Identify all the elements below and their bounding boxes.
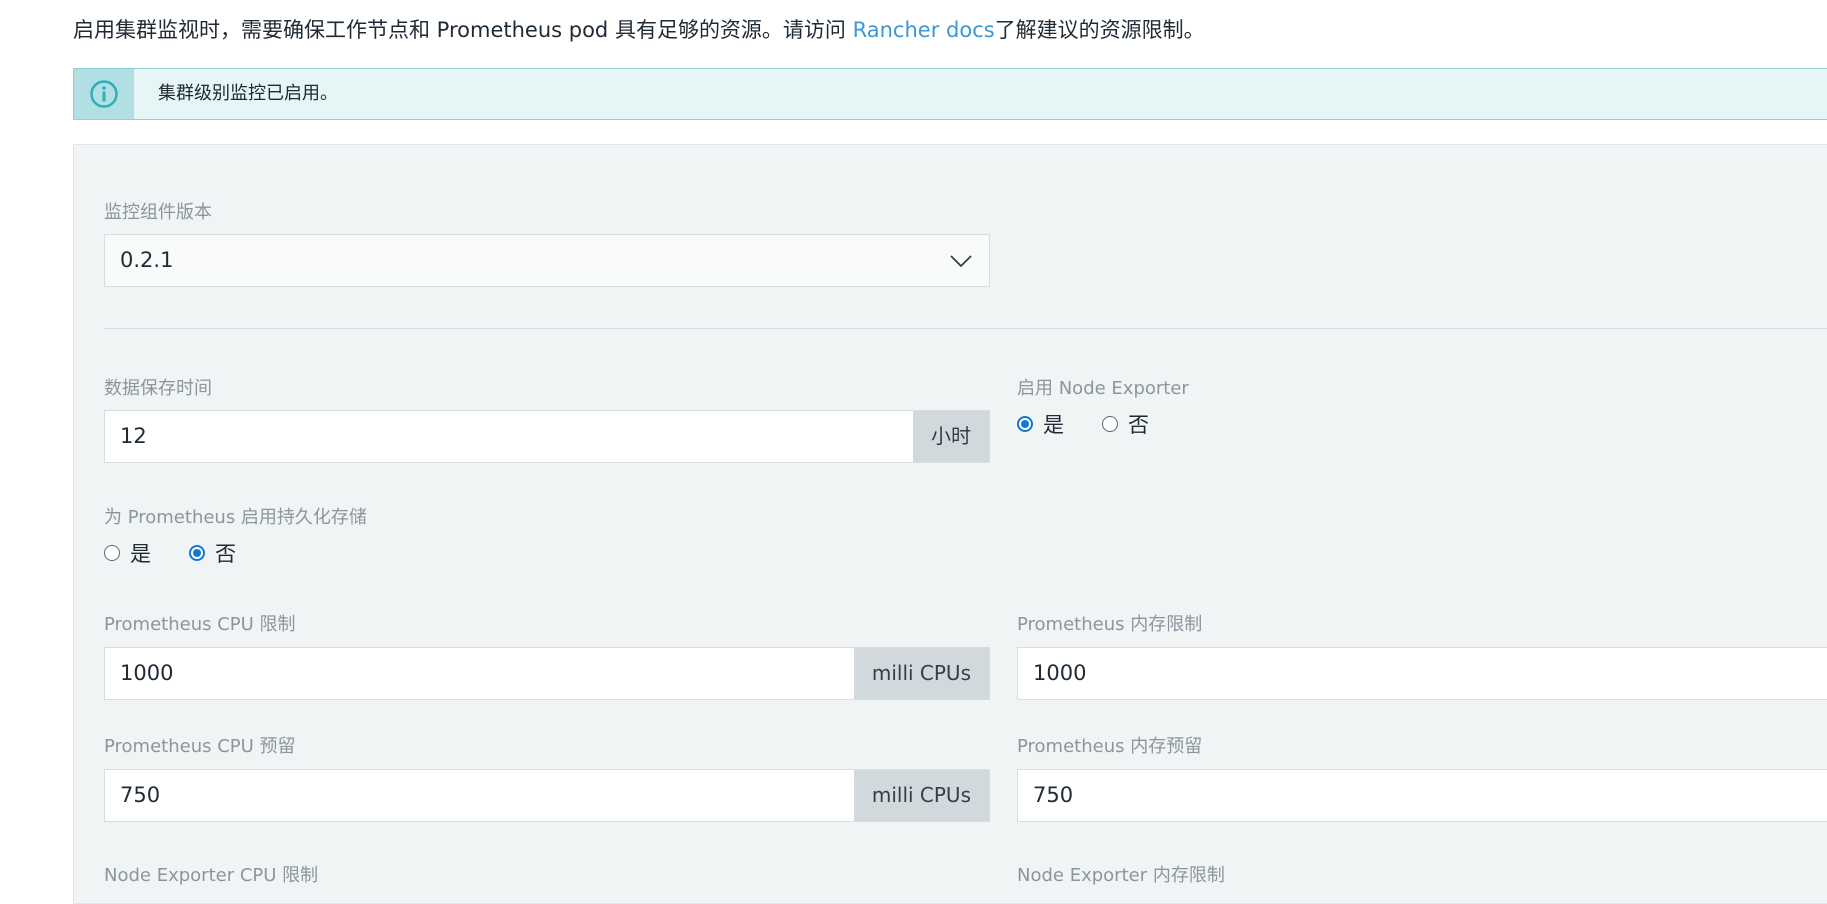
chevron-down-icon [933,235,989,286]
version-select[interactable]: 0.2.1 [104,234,990,287]
mem-limit-value: 1000 [1033,661,1087,685]
node-exporter-label: 启用 Node Exporter [1017,378,1189,399]
node-exporter-radio-group: 是 否 [1017,409,1187,439]
radio-checked-icon[interactable] [189,545,205,561]
node-exporter-no-label: 否 [1128,413,1149,437]
radio-checked-icon[interactable] [1017,416,1033,432]
retention-input[interactable]: 12 小时 [104,410,990,463]
info-icon [90,80,118,108]
rancher-docs-link[interactable]: Rancher docs [853,18,995,42]
info-banner: 集群级别监控已启用。 [73,68,1827,120]
mem-reserve-label: Prometheus 内存预留 [1017,736,1203,757]
radio-unchecked-icon[interactable] [1102,416,1118,432]
monitoring-config-panel: 监控组件版本 0.2.1 数据保存时间 12 小时 启用 Node Export… [73,144,1827,904]
node-exporter-yes-option[interactable]: 是 [1017,409,1064,439]
retention-label: 数据保存时间 [104,378,212,399]
cpu-limit-label: Prometheus CPU 限制 [104,614,296,635]
persistent-yes-option[interactable]: 是 [104,538,151,568]
ne-cpu-limit-label: Node Exporter CPU 限制 [104,865,319,886]
cpu-reserve-input[interactable]: 750 milli CPUs [104,769,990,822]
node-exporter-no-option[interactable]: 否 [1102,409,1149,439]
persistent-no-label: 否 [215,542,236,566]
banner-message: 集群级别监控已启用。 [158,83,338,104]
node-exporter-yes-label: 是 [1043,413,1064,437]
mem-limit-label: Prometheus 内存限制 [1017,614,1203,635]
version-label: 监控组件版本 [104,202,212,223]
intro-text: 启用集群监视时，需要确保工作节点和 Prometheus pod 具有足够的资源… [73,14,1205,46]
cpu-reserve-label: Prometheus CPU 预留 [104,736,296,757]
mem-reserve-input[interactable]: 750 [1017,769,1827,822]
ne-mem-limit-label: Node Exporter 内存限制 [1017,865,1225,886]
cpu-limit-value: 1000 [120,661,174,685]
info-icon-cell [74,69,134,119]
cpu-limit-unit: milli CPUs [853,648,989,699]
persistent-no-option[interactable]: 否 [189,538,236,568]
section-divider [104,328,1827,329]
intro-text-after: 了解建议的资源限制。 [994,18,1205,42]
radio-unchecked-icon[interactable] [104,545,120,561]
mem-limit-input[interactable]: 1000 [1017,647,1827,700]
version-value: 0.2.1 [120,248,174,272]
persistent-yes-label: 是 [130,542,151,566]
persistent-storage-label: 为 Prometheus 启用持久化存储 [104,507,367,528]
retention-value: 12 [120,424,147,448]
cpu-reserve-unit: milli CPUs [853,770,989,821]
cpu-reserve-value: 750 [120,783,161,807]
intro-text-before: 启用集群监视时，需要确保工作节点和 Prometheus pod 具有足够的资源… [73,18,853,42]
mem-reserve-value: 750 [1033,783,1074,807]
persistent-storage-radio-group: 是 否 [104,538,274,568]
cpu-limit-input[interactable]: 1000 milli CPUs [104,647,990,700]
retention-unit: 小时 [913,411,989,462]
